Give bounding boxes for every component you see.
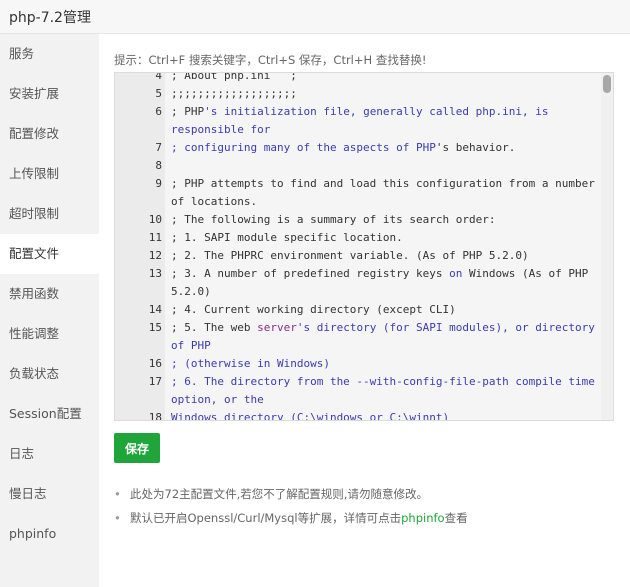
code-token: ; PHP attempts to find and load this con…: [171, 177, 602, 208]
code-token: server: [257, 321, 297, 334]
editor-line[interactable]: 7; configuring many of the aspects of PH…: [115, 139, 602, 157]
editor-line[interactable]: 17; 6. The directory from the --with-con…: [115, 373, 602, 409]
line-number: 8: [115, 157, 165, 175]
editor-line[interactable]: 9; PHP attempts to find and load this co…: [115, 175, 602, 211]
line-code[interactable]: ; PHP attempts to find and load this con…: [165, 175, 602, 211]
code-token: ; (otherwise in Windows): [171, 357, 330, 370]
bullet: •: [114, 487, 121, 501]
editor-line[interactable]: 11 ; 1. SAPI module specific location.: [115, 229, 602, 247]
editor-line[interactable]: 18 Windows directory (C:\windows or C:\wi…: [115, 409, 602, 421]
line-code[interactable]: ; (otherwise in Windows): [165, 355, 602, 373]
code-token: ; 4. Current working directory (except C…: [171, 303, 456, 316]
editor-line[interactable]: 8: [115, 157, 602, 175]
save-button[interactable]: 保存: [114, 433, 160, 463]
line-code[interactable]: ; configuring many of the aspects of PHP…: [165, 139, 602, 157]
line-code[interactable]: ; 2. The PHPRC environment variable. (As…: [165, 247, 602, 265]
code-token: ; 6. The directory from the --with-confi…: [171, 375, 602, 406]
list-item: • 默认已开启Openssl/Curl/Mysql等扩展，详情可点击phpinfo…: [114, 506, 468, 530]
editor-line[interactable]: 6; PHP's initialization file, generally …: [115, 103, 602, 139]
code-token: ;;;;;;;;;;;;;;;;;;;: [171, 87, 297, 100]
note-text: 此处为72主配置文件,若您不了解配置规则,请勿随意修改。: [130, 487, 428, 501]
code-token: ; About php.ini ;: [171, 72, 297, 82]
line-number: 16: [115, 355, 165, 373]
code-token: 's initialization file, generally called…: [171, 105, 556, 136]
line-number: 15: [115, 319, 165, 355]
bullet: •: [114, 511, 121, 525]
code-token: ; 2. The PHPRC environment variable. (As…: [171, 249, 529, 262]
line-number: 11: [115, 229, 165, 247]
code-token: Windows directory (C:\windows or C:\winn…: [171, 411, 450, 421]
shortcut-hint: 提示：Ctrl+F 搜索关键字，Ctrl+S 保存，Ctrl+H 查找替换!: [114, 53, 427, 67]
line-number: 6: [115, 103, 165, 139]
line-number: 12: [115, 247, 165, 265]
sidebar-item-load-status[interactable]: 负载状态: [0, 354, 99, 394]
line-number: 17: [115, 373, 165, 409]
line-code[interactable]: ; 3. A number of predefined registry key…: [165, 265, 602, 301]
sidebar-item-disabled-functions[interactable]: 禁用函数: [0, 274, 99, 314]
line-code[interactable]: ; 1. SAPI module specific location.: [165, 229, 602, 247]
line-code[interactable]: ; PHP's initialization file, generally c…: [165, 103, 602, 139]
phpinfo-link[interactable]: phpinfo: [401, 511, 444, 525]
line-code[interactable]: Windows directory (C:\windows or C:\winn…: [165, 409, 602, 421]
editor-lines[interactable]: 4; About php.ini ; 5;;;;;;;;;;;;;;;;;;; 6;…: [115, 72, 602, 421]
line-code[interactable]: [165, 157, 602, 175]
list-item: • 此处为72主配置文件,若您不了解配置规则,请勿随意修改。: [114, 482, 468, 506]
code-token: 's behavior.: [435, 141, 516, 154]
line-code[interactable]: ; 4. Current working directory (except C…: [165, 301, 602, 319]
line-number: 18: [115, 409, 165, 420]
editor-scrollbar-thumb[interactable]: [603, 75, 611, 93]
line-number: 4: [115, 73, 165, 85]
notes-list: • 此处为72主配置文件,若您不了解配置规则,请勿随意修改。 • 默认已开启Open…: [114, 482, 468, 530]
line-code[interactable]: ; 5. The web server's directory (for SAP…: [165, 319, 602, 355]
sidebar-item-phpinfo[interactable]: phpinfo: [0, 514, 99, 554]
code-token: ; 5. The web: [171, 321, 258, 334]
line-code[interactable]: ; 6. The directory from the --with-confi…: [165, 373, 602, 409]
line-number: 5: [115, 85, 165, 103]
code-token: ; configuring many of the aspects of PHP: [171, 141, 436, 154]
editor-line[interactable]: 4 ; About php.ini ;: [115, 72, 602, 85]
line-number: 9: [115, 175, 165, 211]
line-number: 14: [115, 301, 165, 319]
sidebar-item-service[interactable]: 服务: [0, 34, 99, 74]
code-token: ; 1. SAPI module specific location.: [171, 231, 403, 244]
note-text-suffix: 查看: [444, 511, 468, 525]
sidebar: 服务 安装扩展 配置修改 上传限制 超时限制 配置文件 禁用函数 性能调整 负载…: [0, 34, 99, 587]
editor-line[interactable]: 5;;;;;;;;;;;;;;;;;;;: [115, 85, 602, 103]
title-bar: php-7.2管理: [0, 0, 630, 34]
editor-line[interactable]: 12 ; 2. The PHPRC environment variable. (…: [115, 247, 602, 265]
config-editor[interactable]: 4; About php.ini ; 5;;;;;;;;;;;;;;;;;;; 6;…: [114, 72, 614, 421]
sidebar-item-session-config[interactable]: Session配置: [0, 394, 99, 434]
sidebar-item-slow-log[interactable]: 慢日志: [0, 474, 99, 514]
line-code[interactable]: ;;;;;;;;;;;;;;;;;;;: [165, 85, 602, 103]
line-number: 7: [115, 139, 165, 157]
editor-line[interactable]: 14 ; 4. Current working directory (except…: [115, 301, 602, 319]
sidebar-item-log[interactable]: 日志: [0, 434, 99, 474]
line-number: 13: [115, 265, 165, 301]
code-token: ; PHP: [171, 105, 205, 118]
editor-scrollbar[interactable]: [601, 73, 613, 420]
code-token: ; The following is a summary of its sear…: [171, 213, 496, 226]
editor-line[interactable]: 15; 5. The web server's directory (for S…: [115, 319, 602, 355]
sidebar-item-timeout-limit[interactable]: 超时限制: [0, 194, 99, 234]
note-text: 默认已开启Openssl/Curl/Mysql等扩展，详情可点击: [130, 511, 402, 525]
code-token: on: [449, 267, 463, 280]
window-title: php-7.2管理: [9, 10, 91, 26]
editor-line[interactable]: 10 ; The following is a summary of its se…: [115, 211, 602, 229]
main-panel: 提示：Ctrl+F 搜索关键字，Ctrl+S 保存，Ctrl+H 查找替换! 4…: [99, 34, 630, 587]
editor-line[interactable]: 16 ; (otherwise in Windows): [115, 355, 602, 373]
sidebar-item-upload-limit[interactable]: 上传限制: [0, 154, 99, 194]
sidebar-item-config-file[interactable]: 配置文件: [0, 234, 99, 274]
sidebar-item-performance[interactable]: 性能调整: [0, 314, 99, 354]
sidebar-item-config-modify[interactable]: 配置修改: [0, 114, 99, 154]
editor-line[interactable]: 13 ; 3. A number of predefined registry k…: [115, 265, 602, 301]
line-number: 10: [115, 211, 165, 229]
line-code[interactable]: ; The following is a summary of its sear…: [165, 211, 602, 229]
line-code[interactable]: ; About php.ini ;: [165, 72, 602, 85]
sidebar-item-install-extensions[interactable]: 安装扩展: [0, 74, 99, 114]
code-token: ; 3. A number of predefined registry key…: [171, 267, 450, 280]
